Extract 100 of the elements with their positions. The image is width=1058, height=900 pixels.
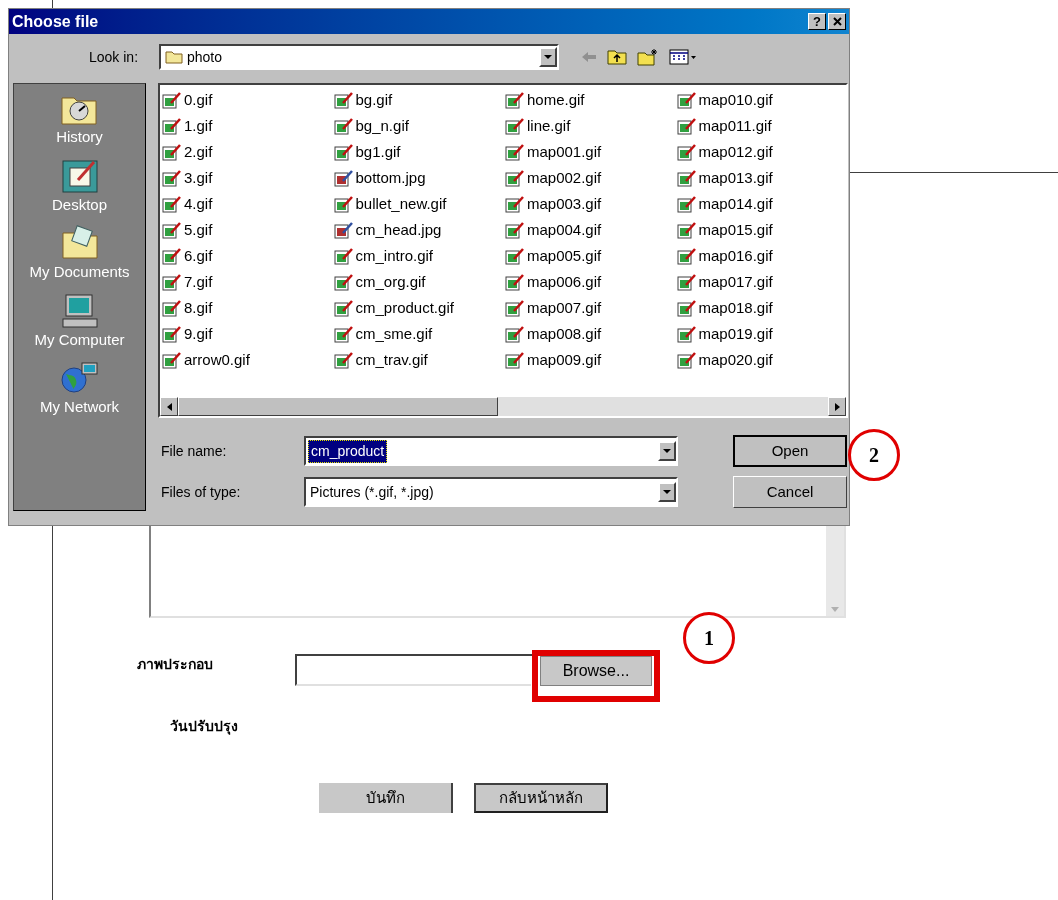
file-item[interactable]: line.gif — [503, 113, 675, 139]
file-item[interactable]: arrow0.gif — [160, 347, 332, 373]
file-item[interactable]: 0.gif — [160, 87, 332, 113]
image-file-icon — [676, 195, 697, 213]
form-button[interactable]: บันทึก — [319, 783, 453, 813]
help-button[interactable]: ? — [808, 13, 826, 30]
file-item[interactable]: cm_head.jpg — [331, 217, 503, 243]
file-item[interactable]: home.gif — [503, 87, 675, 113]
file-item[interactable]: cm_sme.gif — [331, 321, 503, 347]
image-file-icon — [333, 91, 354, 109]
image-file-icon — [162, 169, 182, 187]
up-folder-icon[interactable] — [607, 49, 627, 65]
file-item[interactable]: map015.gif — [674, 217, 846, 243]
dropdown-arrow-button[interactable] — [658, 441, 676, 461]
file-item[interactable]: map014.gif — [674, 191, 846, 217]
file-item[interactable]: map016.gif — [674, 243, 846, 269]
file-item[interactable]: map013.gif — [674, 165, 846, 191]
file-type-dropdown[interactable]: Pictures (*.gif, *.jpg) — [304, 477, 678, 507]
image-file-icon — [333, 169, 354, 187]
cancel-button[interactable]: Cancel — [733, 476, 847, 508]
file-item[interactable]: map001.gif — [503, 139, 675, 165]
file-item[interactable]: map018.gif — [674, 295, 846, 321]
close-button[interactable] — [828, 13, 846, 30]
file-item[interactable]: map020.gif — [674, 347, 846, 373]
image-file-icon — [676, 143, 697, 161]
view-menu-icon[interactable] — [669, 49, 697, 65]
file-item[interactable]: map008.gif — [503, 321, 675, 347]
file-item[interactable]: 5.gif — [160, 217, 332, 243]
file-item[interactable]: map012.gif — [674, 139, 846, 165]
file-item[interactable]: map009.gif — [503, 347, 675, 373]
image-file-icon — [333, 117, 354, 135]
file-item[interactable]: map007.gif — [503, 295, 675, 321]
file-item[interactable]: map010.gif — [674, 87, 846, 113]
look-in-label: Look in: — [89, 47, 140, 67]
scroll-left-arrow-icon — [166, 402, 172, 411]
image-file-icon — [333, 195, 354, 213]
file-name-value: cm_product — [308, 439, 388, 463]
image-file-icon — [162, 351, 182, 369]
dropdown-arrow-button[interactable] — [539, 47, 557, 67]
file-input-field[interactable] — [295, 654, 531, 686]
scroll-right-arrow-icon — [834, 402, 840, 411]
file-item[interactable]: map002.gif — [503, 165, 675, 191]
image-file-icon — [505, 351, 525, 369]
file-item[interactable]: map003.gif — [503, 191, 675, 217]
places-item[interactable]: My Documents — [29, 225, 130, 284]
image-file-icon — [162, 91, 182, 109]
file-item[interactable]: 4.gif — [160, 191, 332, 217]
file-item[interactable]: cm_trav.gif — [331, 347, 503, 373]
scroll-down-arrow-icon — [831, 607, 839, 612]
caret-icon — [663, 490, 671, 494]
dropdown-arrow-button[interactable] — [658, 482, 676, 502]
file-item[interactable]: bg_n.gif — [331, 113, 503, 139]
horizontal-scrollbar[interactable] — [160, 397, 846, 416]
browse-button[interactable]: Browse... — [540, 656, 652, 686]
window-title: Choose file — [12, 11, 99, 32]
file-item[interactable]: map017.gif — [674, 269, 846, 295]
caret-icon — [544, 55, 552, 59]
file-item[interactable]: 1.gif — [160, 113, 332, 139]
image-file-icon — [333, 273, 354, 291]
image-file-icon — [505, 273, 525, 291]
image-file-icon — [505, 325, 525, 343]
file-item[interactable]: map005.gif — [503, 243, 675, 269]
image-file-icon — [162, 221, 182, 239]
image-file-icon — [676, 91, 697, 109]
file-item[interactable]: 2.gif — [160, 139, 332, 165]
file-item[interactable]: map004.gif — [503, 217, 675, 243]
file-item[interactable]: 8.gif — [160, 295, 332, 321]
file-item[interactable]: bullet_new.gif — [331, 191, 503, 217]
image-file-icon — [676, 247, 697, 265]
file-item[interactable]: map006.gif — [503, 269, 675, 295]
places-item[interactable]: Desktop — [52, 157, 107, 216]
file-item[interactable]: cm_org.gif — [331, 269, 503, 295]
file-item[interactable]: map011.gif — [674, 113, 846, 139]
file-type-value: Pictures (*.gif, *.jpg) — [310, 482, 435, 502]
file-item[interactable]: cm_intro.gif — [331, 243, 503, 269]
scrollbar-thumb[interactable] — [178, 397, 498, 416]
image-file-icon — [676, 221, 697, 239]
look-in-dropdown[interactable]: photo — [159, 44, 559, 70]
file-item[interactable]: cm_product.gif — [331, 295, 503, 321]
image-file-icon — [333, 299, 354, 317]
image-file-icon — [505, 299, 525, 317]
new-folder-icon[interactable] — [637, 48, 659, 66]
image-file-icon — [505, 117, 525, 135]
form-button[interactable]: กลับหน้าหลัก — [474, 783, 608, 813]
image-file-icon — [162, 325, 182, 343]
places-item[interactable]: History — [56, 90, 103, 149]
places-item[interactable]: My Computer — [34, 292, 125, 351]
file-item[interactable]: 3.gif — [160, 165, 332, 191]
open-button[interactable]: Open — [733, 435, 847, 467]
file-item[interactable]: 7.gif — [160, 269, 332, 295]
file-item[interactable]: 9.gif — [160, 321, 332, 347]
file-item[interactable]: 6.gif — [160, 243, 332, 269]
file-name-field[interactable]: cm_product — [304, 436, 678, 466]
places-item[interactable]: My Network — [39, 360, 120, 419]
image-file-icon — [676, 169, 697, 187]
file-item[interactable]: map019.gif — [674, 321, 846, 347]
file-item[interactable]: bg1.gif — [331, 139, 503, 165]
folder-icon — [165, 50, 183, 64]
file-item[interactable]: bg.gif — [331, 87, 503, 113]
file-item[interactable]: bottom.jpg — [331, 165, 503, 191]
